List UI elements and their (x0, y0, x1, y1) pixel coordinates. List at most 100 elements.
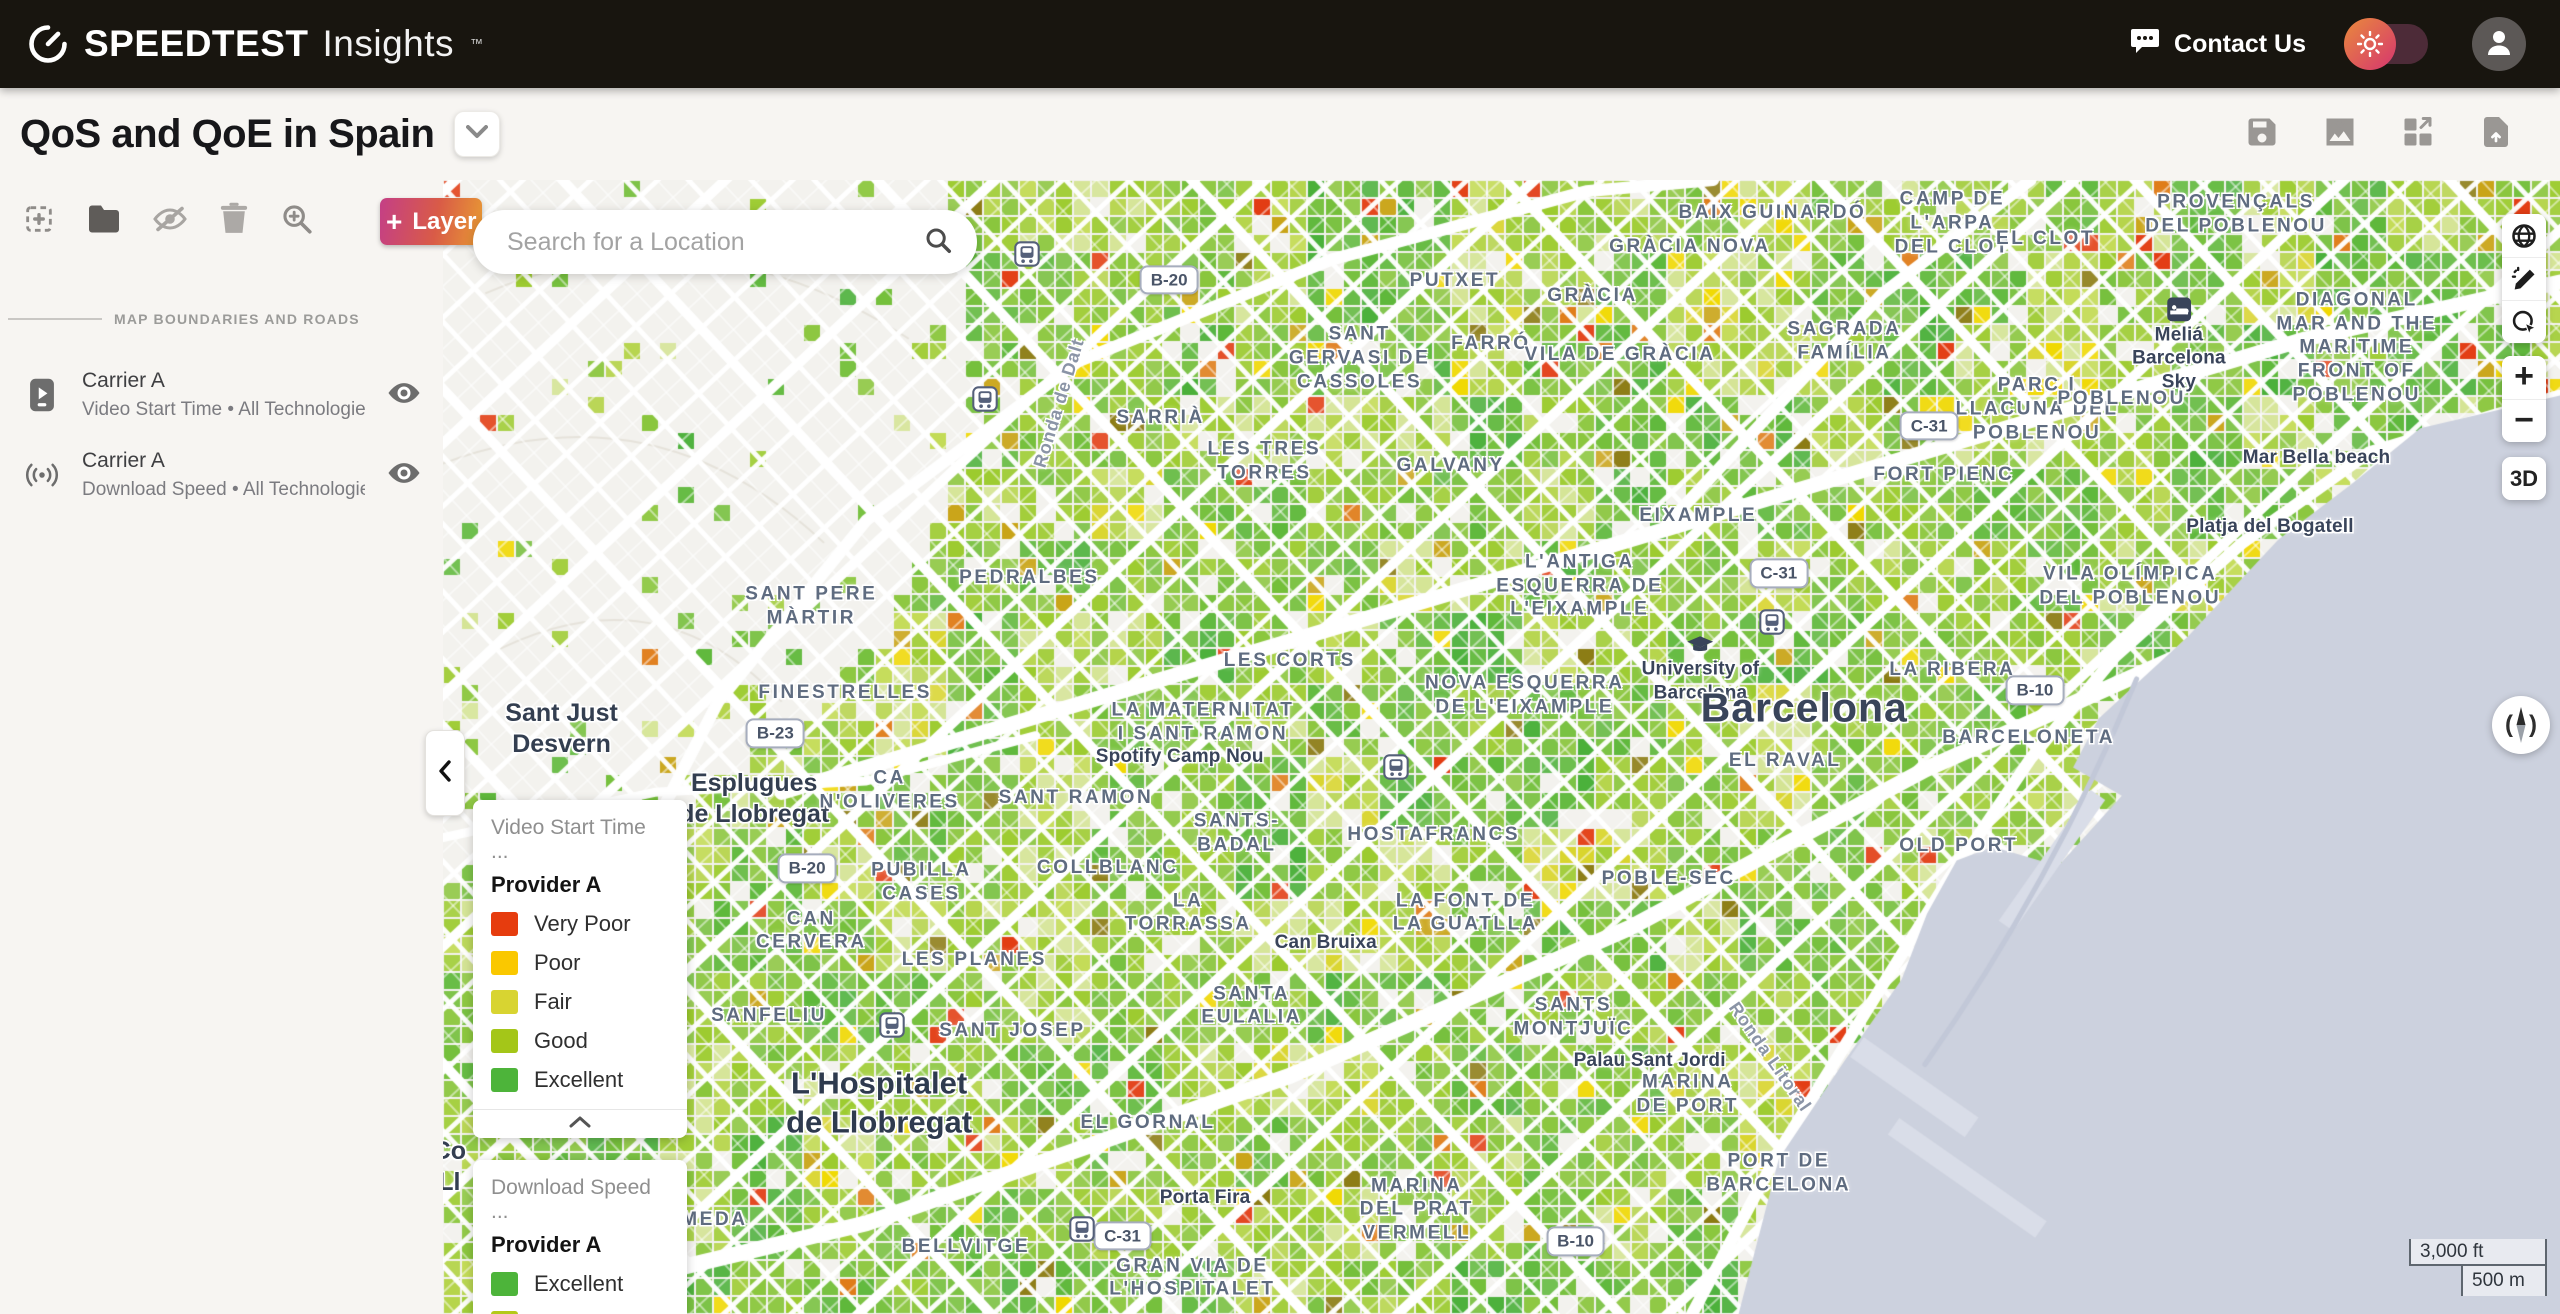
rotate-left-icon: ( (2505, 713, 2513, 737)
video-icon (24, 377, 60, 413)
folder-button[interactable] (86, 204, 122, 239)
page-title: QoS and QoE in Spain (20, 112, 434, 157)
sidebar-toolbar: + Layer (0, 180, 443, 245)
trash-icon[interactable] (218, 202, 250, 241)
header-bar: SPEEDTEST Insights ™ Contact Us (0, 0, 2560, 88)
chevron-down-icon (466, 125, 488, 144)
legend-label: Poor (534, 950, 580, 976)
gauge-icon (26, 22, 70, 66)
threed-label: 3D (2510, 466, 2538, 492)
chevron-left-icon (438, 760, 452, 787)
legend-provider: Provider A (491, 1232, 669, 1258)
brand-trademark: ™ (470, 36, 483, 51)
legend-provider: Provider A (491, 872, 669, 898)
layer-title: Carrier A (82, 449, 365, 473)
map-area: BAIX GUINARDÓCAMP DEL'ARPADEL CLOTEL CLO… (443, 180, 2560, 1314)
legend-title: Video Start Time ... (491, 816, 669, 864)
layer-title: Carrier A (82, 369, 365, 393)
brand-name: SPEEDTEST (84, 23, 309, 65)
theme-toggle[interactable] (2350, 24, 2428, 64)
layer-text: Carrier A Video Start Time • All Technolo… (82, 369, 365, 421)
collapse-sidebar-button[interactable] (425, 730, 465, 816)
legend-item: Excellent (491, 1067, 669, 1093)
visibility-eye-icon[interactable] (387, 461, 421, 490)
zoom-out-button[interactable]: − (2502, 399, 2546, 442)
legend-item: Poor (491, 950, 669, 976)
zoom-in-button[interactable]: + (2502, 356, 2546, 399)
legend-label: Good (534, 1310, 588, 1314)
legend-item: Very Poor (491, 911, 669, 937)
legend-swatch (491, 990, 518, 1014)
threed-group: 3D (2502, 457, 2546, 500)
visibility-eye-icon[interactable] (387, 381, 421, 410)
scale-metric: 500 m (2461, 1266, 2547, 1296)
file-upload-button[interactable] (2478, 114, 2514, 155)
sidebar: + Layer MAP BOUNDARIES AND ROADS Carrier… (0, 180, 443, 1314)
legend-label: Very Poor (534, 911, 631, 937)
search-input[interactable] (505, 227, 923, 258)
legend-card: Download Speed ... Provider A Excellent Goo… (473, 1160, 687, 1314)
layer-subtitle: Download Speed • All Technologies • Medi… (82, 479, 365, 501)
image-export-button[interactable] (2322, 114, 2358, 155)
scale-imperial: 3,000 ft (2409, 1239, 2547, 1266)
legend-label: Excellent (534, 1067, 623, 1093)
globe-button[interactable] (2502, 214, 2546, 257)
avatar-button[interactable] (2472, 17, 2526, 71)
scale-bar: 3,000 ft 500 m (2409, 1239, 2547, 1296)
rotate-right-icon: ) (2529, 713, 2537, 737)
save-button[interactable] (2244, 114, 2280, 155)
title-bar: QoS and QoE in Spain (0, 88, 2560, 180)
person-icon (2484, 27, 2514, 62)
layer-text: Carrier A Download Speed • All Technologi… (82, 449, 365, 501)
compass-button[interactable]: ( ) (2492, 696, 2550, 754)
legend-swatch (491, 1068, 518, 1092)
add-layer-button[interactable]: + Layer (380, 198, 482, 245)
layer-row[interactable]: Carrier A Download Speed • All Technologi… (0, 435, 443, 515)
layer-subtitle: Video Start Time • All Technologies • Me… (82, 399, 365, 421)
plus-icon: + (386, 208, 402, 236)
map-tools-group (2502, 214, 2546, 343)
signal-icon (24, 462, 60, 488)
contact-us-label: Contact Us (2174, 30, 2306, 59)
legend-swatch (491, 1272, 518, 1296)
search-icon[interactable] (923, 225, 953, 260)
legend-swatch (491, 912, 518, 936)
legend-label: Good (534, 1028, 588, 1054)
legend-collapse-button[interactable] (491, 1110, 669, 1130)
legend-item: Good (491, 1310, 669, 1314)
zoom-out-label: − (2514, 403, 2534, 437)
add-selection-button[interactable] (22, 202, 56, 241)
section-label: MAP BOUNDARIES AND ROADS (114, 311, 360, 327)
divider-line (8, 318, 102, 320)
map-canvas[interactable] (443, 180, 2560, 1314)
contact-us-button[interactable]: Contact Us (2130, 27, 2306, 62)
threed-button[interactable]: 3D (2502, 457, 2546, 500)
speedtest-logo[interactable]: SPEEDTEST Insights ™ (26, 22, 483, 66)
legend-card: Video Start Time ... Provider A Very Poor P… (473, 800, 687, 1138)
layer-row[interactable]: Carrier A Video Start Time • All Technolo… (0, 355, 443, 435)
add-layer-label: Layer (412, 208, 476, 236)
legend-stack: Video Start Time ... Provider A Very Poor P… (473, 800, 687, 1314)
legend-item: Excellent (491, 1271, 669, 1297)
legend-label: Fair (534, 989, 572, 1015)
zoom-to-layer-button[interactable] (280, 202, 314, 241)
content-area: + Layer MAP BOUNDARIES AND ROADS Carrier… (0, 180, 2560, 1314)
title-dropdown-button[interactable] (454, 111, 500, 157)
compass-needle-icon (2513, 704, 2529, 746)
section-divider: MAP BOUNDARIES AND ROADS (8, 311, 443, 327)
zoom-in-label: + (2514, 359, 2534, 393)
legend-title: Download Speed ... (491, 1176, 669, 1224)
eye-off-icon[interactable] (152, 204, 188, 239)
layout-export-button[interactable] (2400, 114, 2436, 155)
legend-label: Excellent (534, 1271, 623, 1297)
zoom-controls: + − (2502, 356, 2546, 442)
legend-swatch (491, 1029, 518, 1053)
legend-item: Fair (491, 989, 669, 1015)
select-button[interactable] (2502, 300, 2546, 343)
legend-swatch (491, 951, 518, 975)
legend-item: Good (491, 1028, 669, 1054)
sun-icon (2344, 18, 2396, 70)
search-bar (473, 210, 977, 274)
chat-icon (2130, 27, 2160, 62)
draw-button[interactable] (2502, 257, 2546, 300)
